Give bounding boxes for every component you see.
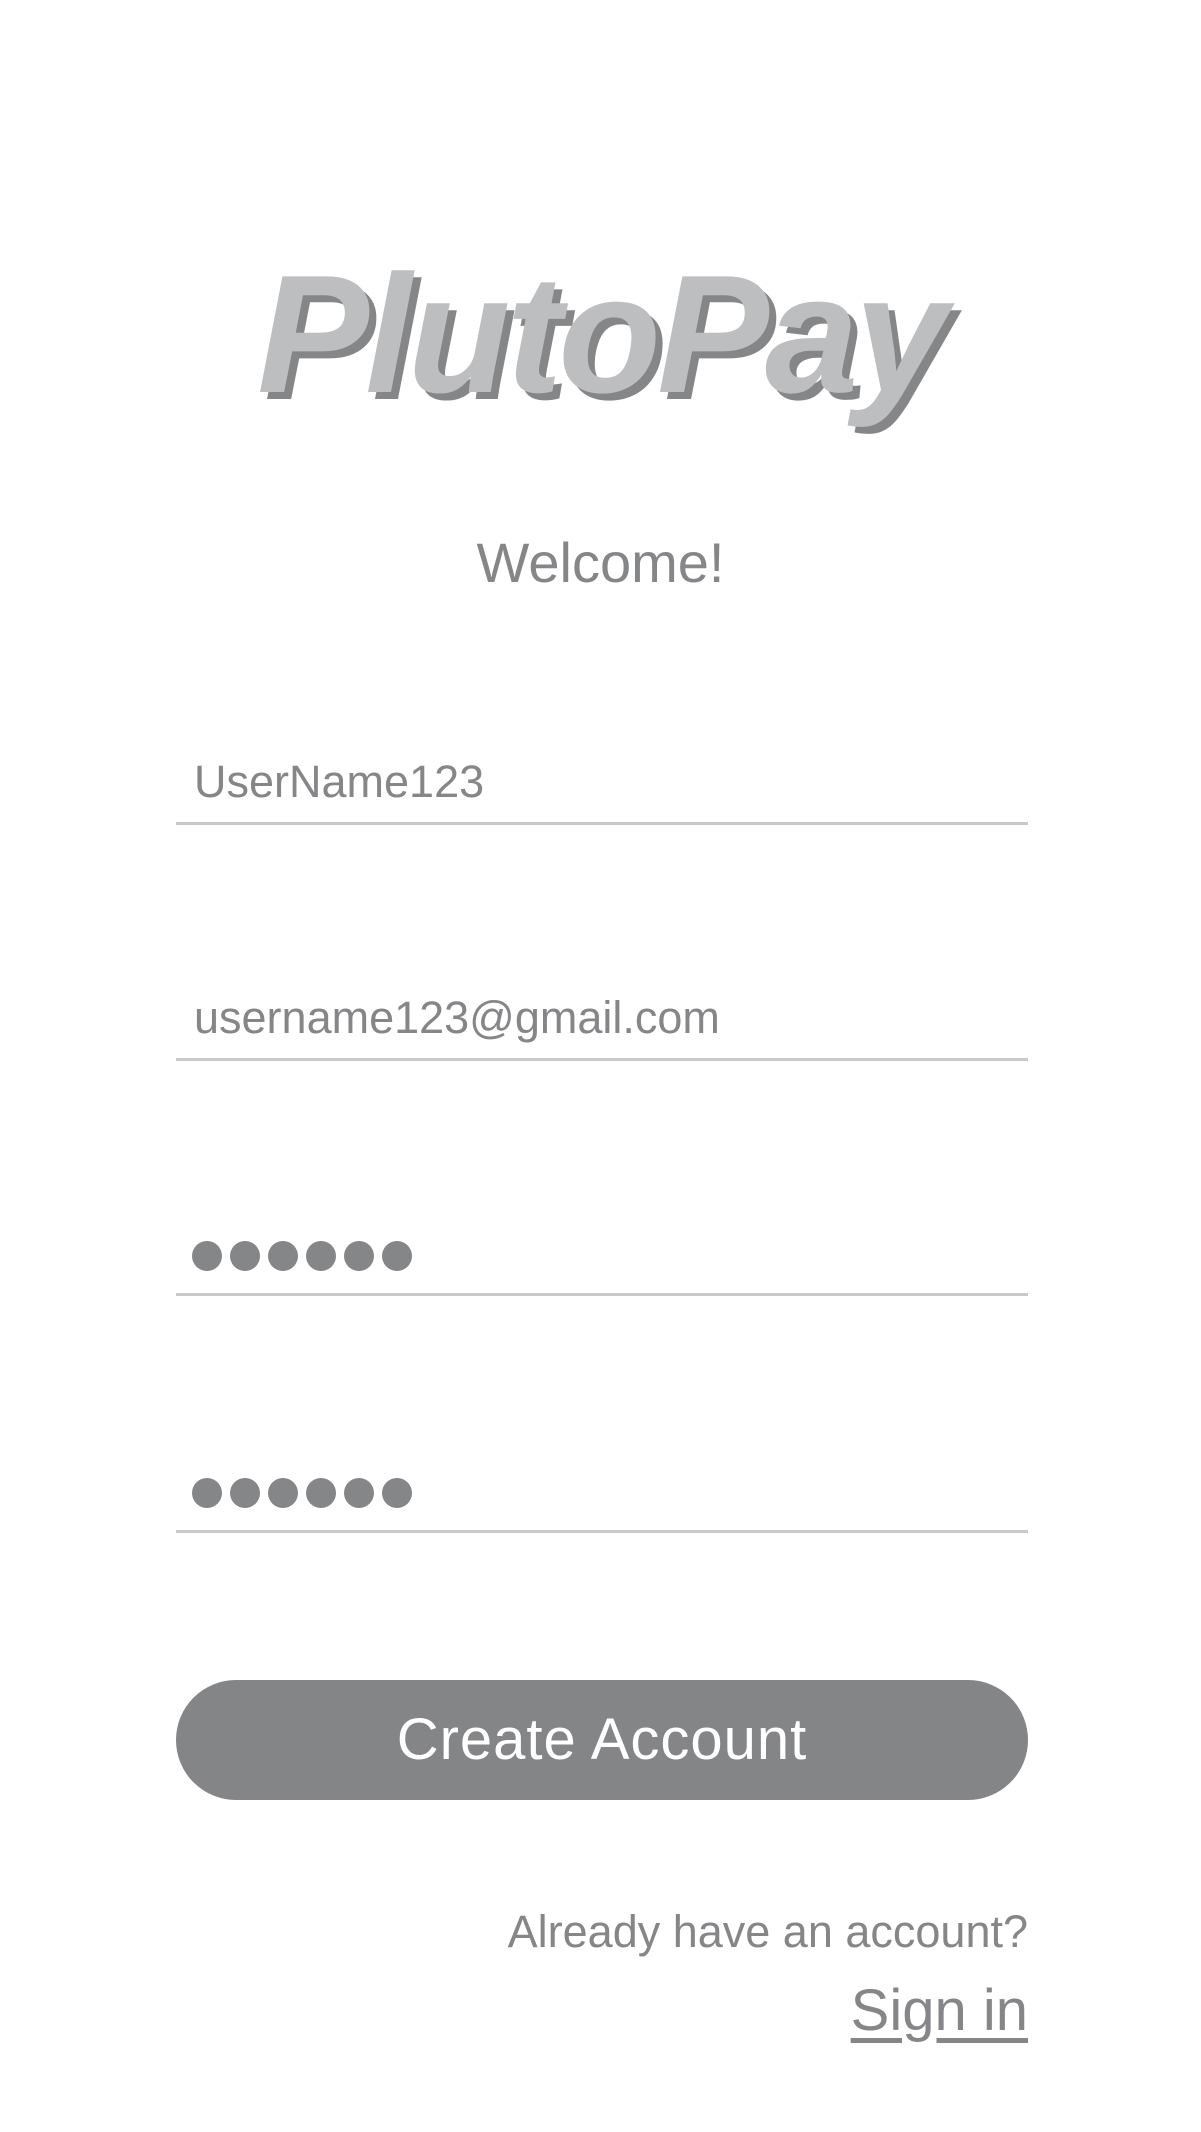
username-field[interactable]: UserName123 xyxy=(176,752,1028,825)
app-logo: PlutoPay xyxy=(257,240,948,428)
sign-in-link[interactable]: Sign in xyxy=(851,1982,1028,2040)
password-dot xyxy=(344,1478,374,1508)
email-field[interactable]: username123@gmail.com xyxy=(176,988,1028,1061)
password-field[interactable] xyxy=(176,1223,1028,1296)
password-dot xyxy=(230,1478,260,1508)
confirm-password-mask xyxy=(192,1478,412,1508)
create-account-button[interactable]: Create Account xyxy=(176,1680,1028,1800)
password-dot xyxy=(382,1241,412,1271)
password-dot xyxy=(230,1241,260,1271)
email-value: username123@gmail.com xyxy=(194,992,720,1043)
logo-container: PlutoPay xyxy=(0,250,1201,418)
password-dot xyxy=(344,1241,374,1271)
password-dot xyxy=(306,1241,336,1271)
password-dot xyxy=(268,1478,298,1508)
already-have-account-text: Already have an account? xyxy=(507,1906,1028,1957)
username-value: UserName123 xyxy=(194,756,485,807)
password-mask xyxy=(192,1241,412,1271)
password-dot xyxy=(306,1478,336,1508)
password-dot xyxy=(192,1478,222,1508)
welcome-heading: Welcome! xyxy=(476,531,725,594)
confirm-password-field[interactable] xyxy=(176,1460,1028,1533)
password-dot xyxy=(268,1241,298,1271)
password-dot xyxy=(382,1478,412,1508)
password-dot xyxy=(192,1241,222,1271)
